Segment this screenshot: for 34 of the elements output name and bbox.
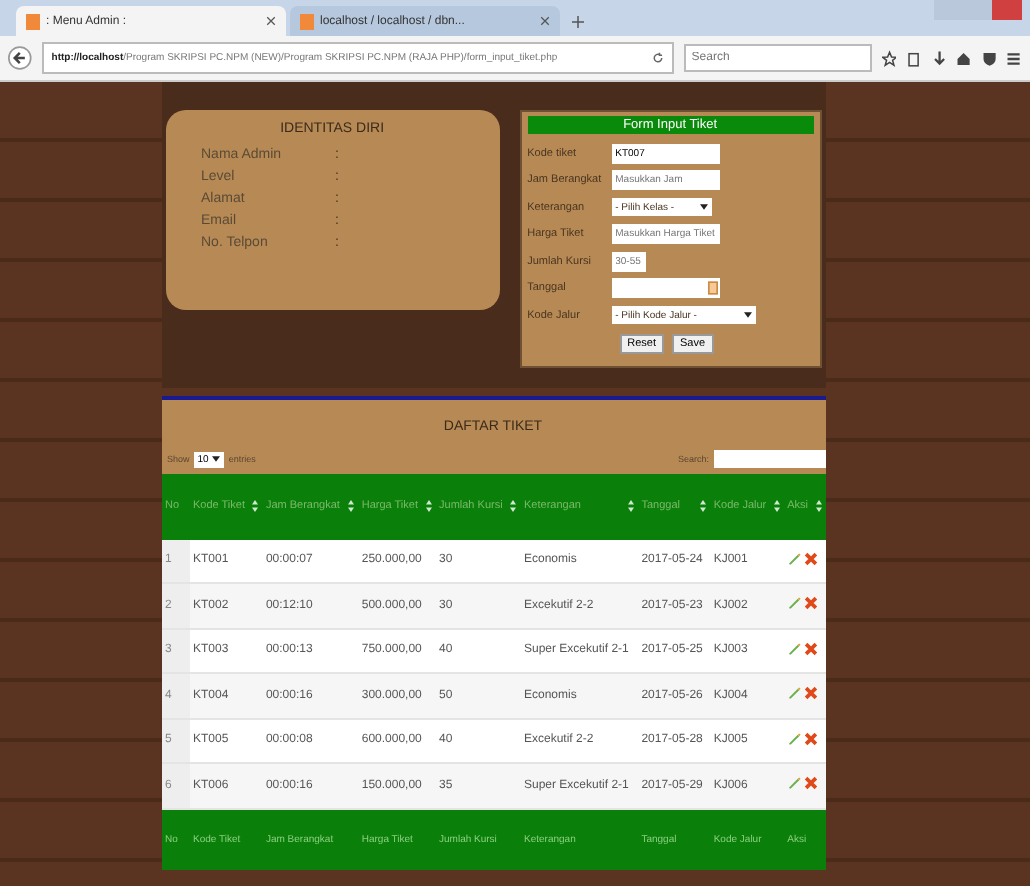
pencil-icon[interactable] [787, 596, 802, 611]
back-icon[interactable] [8, 44, 32, 72]
window-controls[interactable] [934, 0, 1022, 20]
home-icon[interactable] [956, 49, 972, 67]
reload-icon[interactable] [651, 52, 664, 64]
page-icon [300, 13, 314, 29]
shield-icon[interactable] [981, 49, 997, 67]
delete-icon[interactable] [803, 596, 818, 611]
delete-icon[interactable] [803, 776, 818, 791]
date-field[interactable] [611, 278, 720, 299]
pencil-icon[interactable] [787, 776, 802, 791]
close-icon[interactable] [540, 16, 550, 26]
page-icon [26, 13, 40, 29]
sort-icon[interactable] [815, 500, 821, 512]
pencil-icon[interactable] [787, 551, 802, 566]
delete-icon[interactable] [803, 731, 818, 746]
caret-icon [743, 312, 752, 319]
close-icon[interactable] [266, 16, 276, 26]
delete-icon[interactable] [803, 686, 818, 701]
delete-icon[interactable] [803, 551, 818, 566]
pencil-icon[interactable] [787, 686, 802, 701]
pencil-icon[interactable] [787, 731, 802, 746]
calendar-icon[interactable] [707, 280, 718, 297]
clipboard-icon[interactable] [906, 49, 922, 67]
sort-icon[interactable] [510, 500, 516, 512]
pencil-icon[interactable] [787, 641, 802, 656]
caret-icon [212, 456, 221, 462]
download-icon[interactable] [931, 49, 947, 67]
caret-icon [699, 204, 708, 211]
search-field[interactable] [713, 450, 825, 468]
new-tab-icon[interactable] [572, 16, 584, 28]
star-icon[interactable] [881, 49, 897, 67]
menu-icon[interactable] [1006, 49, 1023, 67]
delete-icon[interactable] [803, 641, 818, 656]
